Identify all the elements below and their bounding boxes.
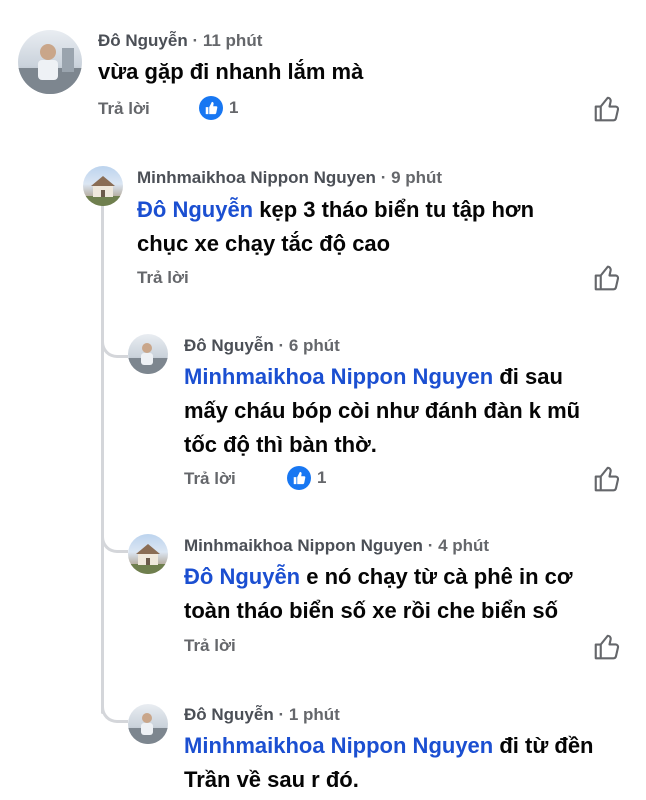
author-name[interactable]: Đô Nguyễn: [184, 705, 274, 724]
timestamp[interactable]: · 1 phút: [278, 705, 339, 724]
comment-meta: Minhmaikhoa Nippon Nguyen · 9 phút: [137, 168, 442, 188]
reply-button[interactable]: Trả lời: [184, 469, 236, 489]
comment-5: Đô Nguyễn · 1 phút Minhmaikhoa Nippon Ng…: [0, 680, 646, 800]
reply-button[interactable]: Trả lời: [98, 99, 150, 119]
timestamp[interactable]: · 9 phút: [381, 168, 442, 187]
comment-text: Đô Nguyễn e nó chạy từ cà phê in cơ toàn…: [184, 560, 573, 628]
comment-text-content: chục xe chạy tắc độ cao: [137, 231, 391, 256]
house-avatar-icon: [128, 544, 168, 574]
mention-link[interactable]: Minhmaikhoa Nippon Nguyen: [184, 733, 493, 758]
avatar[interactable]: [128, 534, 168, 574]
reaction-summary[interactable]: 1: [199, 96, 238, 120]
comment-text-content: kẹp 3 tháo biển tu tập hơn: [253, 197, 535, 222]
mention-link[interactable]: Đô Nguyễn: [137, 197, 253, 222]
avatar[interactable]: [128, 334, 168, 374]
comment-meta: Đô Nguyễn · 6 phút: [184, 336, 340, 356]
comment-3: Đô Nguyễn · 6 phút Minhmaikhoa Nippon Ng…: [0, 310, 646, 510]
like-reaction-icon: [287, 466, 311, 490]
comment-text-content: đi sau: [493, 364, 563, 389]
thumbs-up-outline-icon[interactable]: [592, 464, 622, 494]
comment-1: Đô Nguyễn · 11 phút vừa gặp đi nhanh lắm…: [0, 0, 646, 140]
comment-text: Đô Nguyễn kẹp 3 tháo biển tu tập hơn chụ…: [137, 193, 534, 261]
mention-link[interactable]: Minhmaikhoa Nippon Nguyen: [184, 364, 493, 389]
comment-text-content: toàn tháo biển số xe rồi che biển số: [184, 598, 559, 623]
thumbs-up-outline-icon[interactable]: [592, 632, 622, 662]
comment-text: Minhmaikhoa Nippon Nguyen đi sau mấy chá…: [184, 360, 580, 462]
avatar[interactable]: [83, 166, 123, 206]
reaction-count: 1: [317, 468, 327, 487]
comment-text-content: vừa gặp đi nhanh lắm mà: [98, 59, 364, 84]
timestamp[interactable]: · 11 phút: [192, 31, 262, 50]
reaction-count: 1: [229, 98, 239, 117]
thumbs-up-outline-icon[interactable]: [592, 94, 622, 124]
mention-link[interactable]: Đô Nguyễn: [184, 564, 300, 589]
comment-meta: Đô Nguyễn · 11 phút: [98, 31, 262, 51]
reply-button[interactable]: Trả lời: [137, 268, 189, 288]
author-name[interactable]: Minhmaikhoa Nippon Nguyen: [184, 536, 423, 555]
comment-text-content: tốc độ thì bàn thờ.: [184, 432, 377, 457]
comment-text: Minhmaikhoa Nippon Nguyen đi từ đền Trần…: [184, 729, 594, 797]
reaction-summary[interactable]: 1: [287, 466, 326, 490]
author-name[interactable]: Đô Nguyễn: [98, 31, 188, 50]
person-avatar-icon: [128, 343, 168, 374]
comment-text-content: Trần về sau r đó.: [184, 767, 359, 792]
comment-text-content: e nó chạy từ cà phê in cơ: [300, 564, 573, 589]
comment-text-content: đi từ đền: [493, 733, 594, 758]
thumbs-up-outline-icon[interactable]: [592, 263, 622, 293]
author-name[interactable]: Đô Nguyễn: [184, 336, 274, 355]
reply-button[interactable]: Trả lời: [184, 636, 236, 656]
like-reaction-icon: [199, 96, 223, 120]
comment-text: vừa gặp đi nhanh lắm mà: [98, 55, 363, 89]
comment-meta: Minhmaikhoa Nippon Nguyen · 4 phút: [184, 536, 489, 556]
avatar[interactable]: [128, 704, 168, 744]
timestamp[interactable]: · 6 phút: [278, 336, 339, 355]
comment-meta: Đô Nguyễn · 1 phút: [184, 705, 340, 725]
house-avatar-icon: [83, 176, 123, 206]
comment-text-content: mấy cháu bóp còi như đánh đàn k mũ: [184, 398, 581, 423]
comment-4: Minhmaikhoa Nippon Nguyen · 4 phút Đô Ng…: [0, 510, 646, 680]
person-avatar-icon: [18, 44, 82, 94]
author-name[interactable]: Minhmaikhoa Nippon Nguyen: [137, 168, 376, 187]
avatar[interactable]: [18, 30, 82, 94]
person-avatar-icon: [128, 713, 168, 744]
timestamp[interactable]: · 4 phút: [428, 536, 489, 555]
comment-2: Minhmaikhoa Nippon Nguyen · 9 phút Đô Ng…: [0, 140, 646, 310]
